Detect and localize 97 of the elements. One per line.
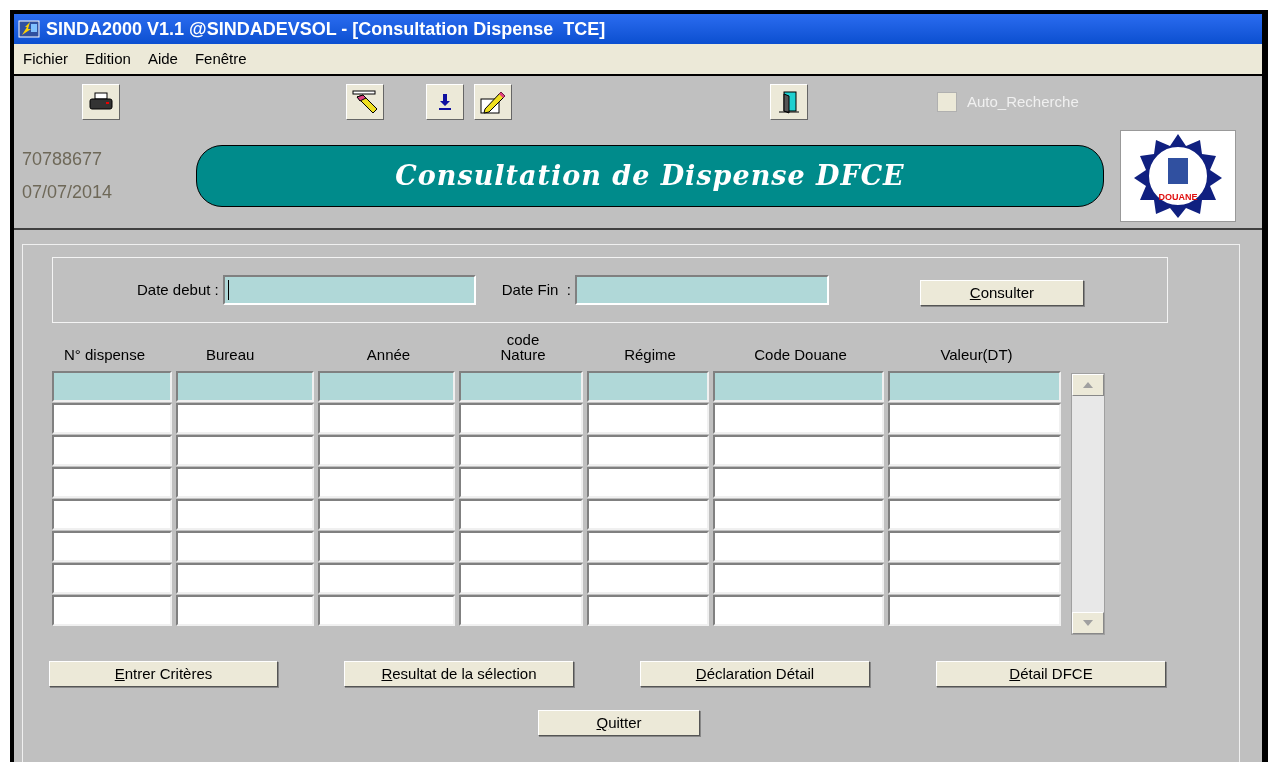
scroll-up-icon[interactable] [1072, 374, 1104, 396]
table-cell[interactable] [318, 531, 455, 562]
table-cell[interactable] [713, 499, 884, 530]
door-icon [778, 90, 800, 114]
table-cell[interactable] [176, 435, 314, 466]
table-cell[interactable] [52, 467, 172, 498]
session-date: 07/07/2014 [22, 181, 114, 204]
vertical-scrollbar[interactable] [1071, 373, 1105, 635]
table-cell[interactable] [459, 435, 583, 466]
column-header: Année [366, 347, 411, 362]
menu-item[interactable]: Fichier [23, 47, 68, 71]
table-cell[interactable] [176, 371, 314, 402]
customs-emblem: DOUANE [1120, 130, 1236, 222]
table-cell[interactable] [52, 499, 172, 530]
table-cell[interactable] [176, 467, 314, 498]
table-cell[interactable] [713, 435, 884, 466]
table-cell[interactable] [52, 403, 172, 434]
table-cell[interactable] [318, 595, 455, 626]
table-cell[interactable] [888, 467, 1061, 498]
scroll-down-icon[interactable] [1072, 612, 1104, 634]
menu-item[interactable]: Aide [147, 47, 178, 71]
action-button[interactable]: Entrer Critères [49, 661, 278, 687]
app-icon [18, 19, 40, 39]
table-cell[interactable] [52, 435, 172, 466]
quit-button[interactable]: Quitter [538, 710, 700, 736]
title-banner: Consultation de Dispense DFCE [196, 145, 1104, 207]
table-cell[interactable] [176, 563, 314, 594]
action-button[interactable]: Resultat de la sélection [344, 661, 574, 687]
table-cell[interactable] [52, 595, 172, 626]
column-header: Bureau [206, 347, 255, 362]
table-cell[interactable] [713, 563, 884, 594]
menu-item[interactable]: Fenêtre [194, 47, 247, 71]
table-cell[interactable] [587, 595, 709, 626]
table-cell[interactable] [888, 435, 1061, 466]
table-cell[interactable] [318, 371, 455, 402]
date-debut-label: Date debut : [137, 279, 219, 300]
printer-button[interactable] [82, 84, 120, 120]
table-cell[interactable] [459, 563, 583, 594]
table-cell[interactable] [587, 467, 709, 498]
pencil-icon [479, 89, 507, 115]
table-cell[interactable] [713, 531, 884, 562]
table-cell[interactable] [318, 403, 455, 434]
table-cell[interactable] [888, 371, 1061, 402]
eraser-button[interactable] [346, 84, 384, 120]
table-cell[interactable] [713, 403, 884, 434]
table-cell[interactable] [459, 595, 583, 626]
download-button[interactable] [426, 84, 464, 120]
column-header: code Nature [499, 332, 547, 362]
table-cell[interactable] [176, 531, 314, 562]
table-cell[interactable] [713, 467, 884, 498]
table-cell[interactable] [318, 467, 455, 498]
table-cell[interactable] [459, 467, 583, 498]
table-cell[interactable] [888, 499, 1061, 530]
table-cell[interactable] [587, 371, 709, 402]
date-fin-label: Date Fin : [501, 279, 571, 300]
action-button[interactable]: Déclaration Détail [640, 661, 870, 687]
table-cell[interactable] [176, 499, 314, 530]
user-id: 70788677 [22, 148, 104, 171]
table-cell[interactable] [459, 371, 583, 402]
edit-button[interactable] [474, 84, 512, 120]
printer-icon [89, 92, 113, 112]
table-cell[interactable] [888, 563, 1061, 594]
column-header: Valeur(DT) [940, 347, 1013, 362]
table-cell[interactable] [318, 563, 455, 594]
window-title: SINDA2000 V1.1 @SINDADEVSOL - [Consultation Dispense TCE] [46, 17, 606, 41]
table-cell[interactable] [318, 499, 455, 530]
table-cell[interactable] [52, 531, 172, 562]
table-cell[interactable] [459, 531, 583, 562]
consult-button[interactable]: Consulter [919, 280, 1084, 306]
menu-item[interactable]: Edition [85, 47, 131, 71]
table-cell[interactable] [587, 531, 709, 562]
exit-button[interactable] [770, 84, 808, 120]
table-cell[interactable] [318, 435, 455, 466]
table-cell[interactable] [587, 403, 709, 434]
table-cell[interactable] [713, 595, 884, 626]
eraser-icon [351, 89, 379, 115]
table-cell[interactable] [176, 403, 314, 434]
column-header: N° dispense [64, 347, 146, 362]
table-cell[interactable] [587, 499, 709, 530]
table-cell[interactable] [52, 563, 172, 594]
action-button[interactable]: Détail DFCE [936, 661, 1166, 687]
table-cell[interactable] [587, 435, 709, 466]
table-cell[interactable] [888, 403, 1061, 434]
column-header: Code Douane [754, 347, 847, 362]
table-cell[interactable] [459, 499, 583, 530]
text-cursor [227, 280, 229, 300]
date-debut-field[interactable] [222, 275, 476, 305]
table-cell[interactable] [52, 371, 172, 402]
table-cell[interactable] [459, 403, 583, 434]
download-arrow-icon [438, 93, 452, 111]
table-cell[interactable] [713, 371, 884, 402]
table-cell[interactable] [888, 595, 1061, 626]
table-cell[interactable] [888, 531, 1061, 562]
table-cell[interactable] [587, 563, 709, 594]
date-fin-field[interactable] [574, 275, 829, 305]
column-header: Régime [624, 347, 676, 362]
table-cell[interactable] [176, 595, 314, 626]
